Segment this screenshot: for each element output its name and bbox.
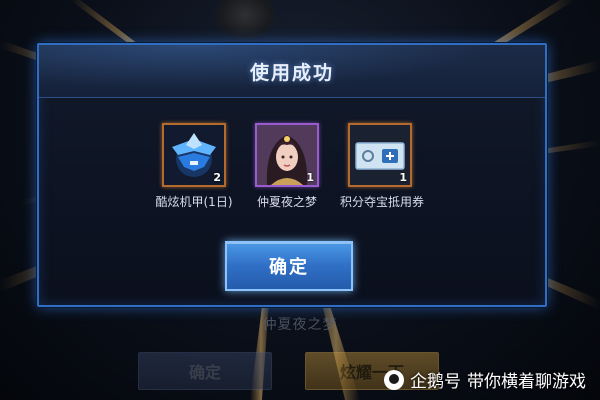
item-count: 2: [213, 171, 221, 184]
game-screen: 仲夏夜之梦 确定 炫耀一下 使用成功 2 酷炫机甲(1日) 1 仲夏夜之梦 1 …: [0, 0, 600, 400]
watermark: 企鹅号 带你横着聊游戏: [384, 367, 586, 392]
item-frame: 1: [255, 123, 319, 187]
item-frame: 1: [348, 123, 412, 187]
penguin-logo-icon: [384, 369, 404, 390]
reward-item-voucher[interactable]: 1 积分夺宝抵用券: [340, 123, 425, 210]
reward-item-mech-armor[interactable]: 2 酷炫机甲(1日): [154, 123, 234, 210]
background-character-silhouette: [215, 0, 275, 40]
confirm-button[interactable]: 确定: [225, 241, 353, 291]
reward-item-skin[interactable]: 1 仲夏夜之梦: [247, 123, 327, 210]
watermark-author: 带你横着聊游戏: [467, 372, 586, 392]
item-label: 仲夏夜之梦: [256, 195, 317, 209]
background-skin-name: 仲夏夜之梦: [262, 317, 338, 333]
background-confirm-button: 确定: [138, 352, 272, 390]
item-count: 1: [306, 171, 314, 184]
dialog-header: 使用成功: [39, 45, 545, 98]
item-frame: 2: [162, 123, 226, 187]
item-count: 1: [399, 171, 407, 184]
use-success-dialog: 使用成功 2 酷炫机甲(1日) 1 仲夏夜之梦 1 积分夺宝抵用券 确定: [37, 43, 547, 307]
dialog-title: 使用成功: [249, 62, 334, 84]
item-label: 酷炫机甲(1日): [155, 195, 233, 209]
item-label: 积分夺宝抵用券: [340, 195, 425, 209]
watermark-brand: 企鹅号: [410, 372, 461, 392]
